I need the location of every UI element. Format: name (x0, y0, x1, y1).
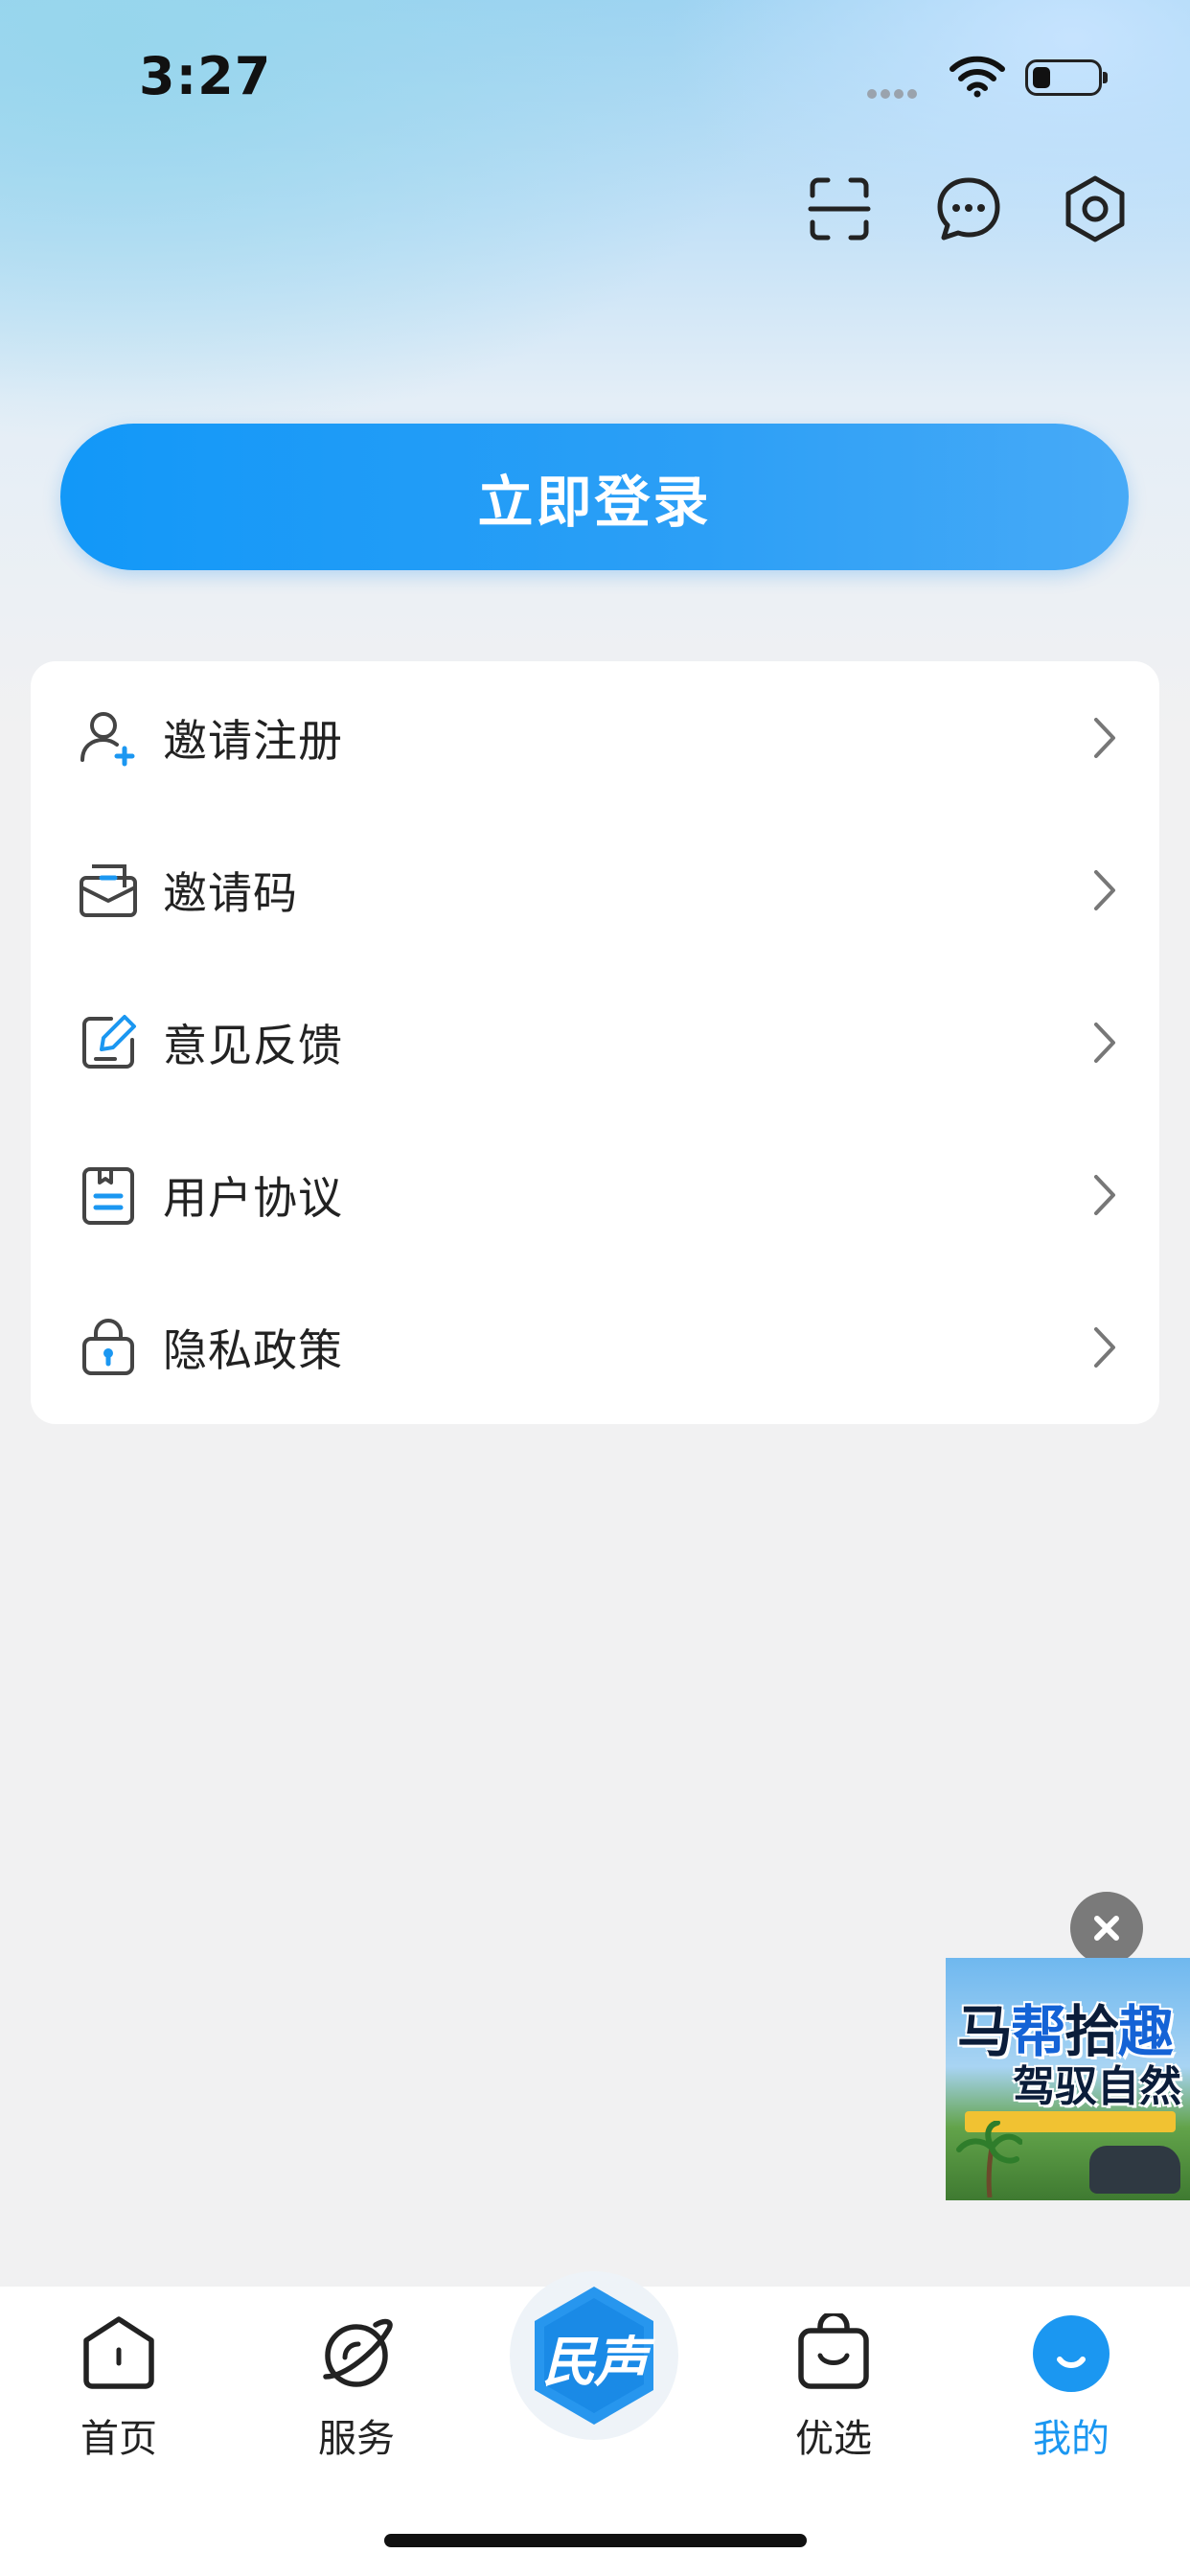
message-icon[interactable] (932, 172, 1005, 245)
tab-label: 服务 (318, 2417, 395, 2461)
tab-label: 首页 (80, 2417, 157, 2461)
tab-service[interactable]: 服务 (261, 2287, 452, 2478)
tab-youxuan[interactable]: 优选 (738, 2287, 929, 2478)
edit-icon (77, 1011, 140, 1074)
shopping-bag-icon (793, 2311, 874, 2394)
tab-home[interactable]: 首页 (23, 2287, 215, 2478)
chevron-right-icon (1090, 1173, 1119, 1217)
home-icon (79, 2313, 159, 2394)
tab-mine[interactable]: 我的 (975, 2287, 1167, 2478)
menu-item-invite-register[interactable]: 邀请注册 (31, 661, 1159, 814)
close-icon (1094, 1916, 1119, 1941)
battery-icon (1025, 59, 1108, 96)
scan-icon[interactable] (803, 172, 876, 245)
chevron-right-icon (1090, 868, 1119, 912)
chevron-right-icon (1090, 1325, 1119, 1369)
wifi-icon (949, 54, 1006, 98)
ad-close-button[interactable] (1070, 1892, 1143, 1965)
ad-banner[interactable]: 马帮拾趣 驾驭自然 (946, 1958, 1190, 2200)
signal-icon (867, 84, 921, 103)
tab-minsheng[interactable]: 民声 (508, 2269, 680, 2442)
menu-item-privacy-policy[interactable]: 隐私政策 (31, 1271, 1159, 1423)
planet-icon (316, 2313, 397, 2394)
menu-item-label: 邀请注册 (163, 714, 343, 767)
home-indicator (384, 2534, 807, 2547)
bottom-tab-bar: 首页 服务 民声 优选 我的 (0, 2271, 1190, 2576)
menu-item-feedback[interactable]: 意见反馈 (31, 966, 1159, 1118)
tab-label: 优选 (795, 2417, 872, 2461)
ad-subheadline: 驾驭自然 (1013, 2062, 1181, 2111)
mail-icon (77, 859, 140, 922)
menu-item-invite-code[interactable]: 邀请码 (31, 814, 1159, 966)
chevron-right-icon (1090, 1021, 1119, 1065)
menu-item-label: 隐私政策 (163, 1323, 343, 1376)
tab-label: 我的 (1033, 2417, 1110, 2461)
status-time: 3:27 (139, 46, 272, 106)
menu-item-label: 邀请码 (163, 866, 298, 919)
car-image (1089, 2146, 1180, 2194)
lock-icon (77, 1316, 140, 1379)
menu-card: 邀请注册 邀请码 意见反馈 用户协议 隐私政策 (31, 661, 1159, 1424)
center-tab-label: 民声 (542, 2332, 648, 2394)
palm-tree-icon (956, 2121, 1022, 2197)
chevron-right-icon (1090, 716, 1119, 760)
status-bar: 3:27 (0, 0, 1190, 153)
menu-item-label: 用户协议 (163, 1171, 343, 1224)
document-icon (77, 1163, 140, 1227)
settings-icon[interactable] (1059, 172, 1132, 245)
menu-item-user-agreement[interactable]: 用户协议 (31, 1118, 1159, 1271)
menu-item-label: 意见反馈 (163, 1019, 343, 1071)
login-button[interactable]: 立即登录 (60, 424, 1129, 570)
add-user-icon (77, 706, 140, 770)
profile-icon (1031, 2313, 1111, 2394)
